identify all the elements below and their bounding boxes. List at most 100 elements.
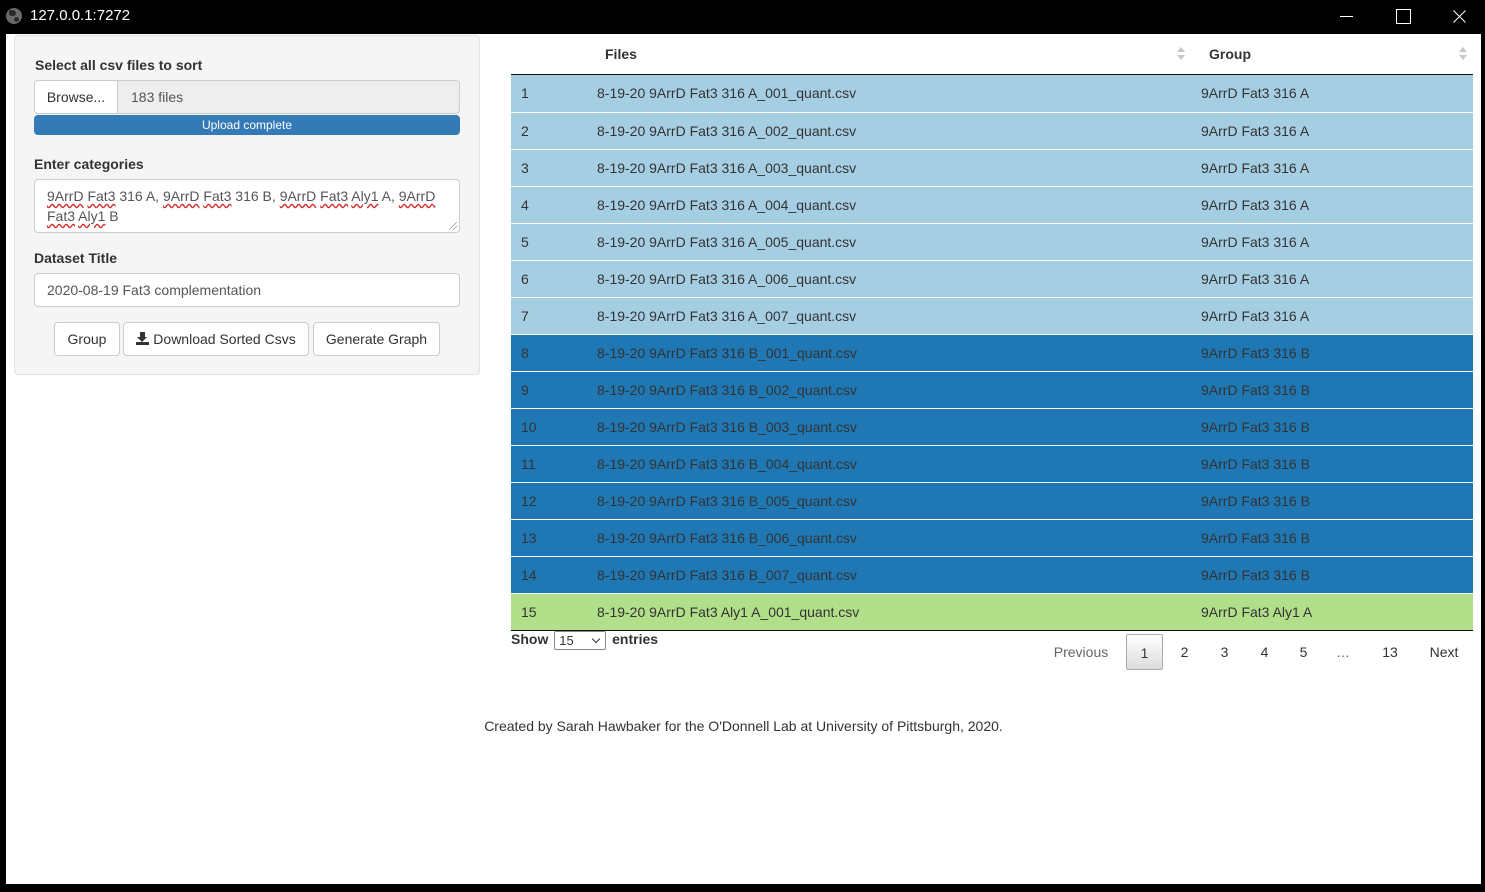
category-text: 316 B, [231, 188, 280, 204]
table-row[interactable]: 1 8-19-20 9ArrD Fat3 316 A_001_quant.csv 9… [511, 75, 1473, 112]
misspelled-word: 9ArrD [162, 188, 200, 204]
table-row[interactable]: 5 8-19-20 9ArrD Fat3 316 A_005_quant.csv 9… [511, 223, 1473, 260]
row-index-cell: 12 [521, 493, 537, 509]
file-count-display: 183 files [117, 80, 460, 114]
group-cell: 9ArrD Fat3 316 A [1201, 123, 1310, 139]
footer-credit: Created by Sarah Hawbaker for the O'Donn… [484, 718, 1003, 734]
row-index-cell: 14 [521, 567, 537, 583]
pagination-page[interactable]: 13 [1370, 634, 1410, 670]
misspelled-word: 9ArrD [47, 188, 84, 204]
row-index-cell: 3 [521, 160, 529, 176]
table-row[interactable]: 8 8-19-20 9ArrD Fat3 316 B_001_quant.csv 9… [511, 334, 1473, 371]
close-button[interactable] [1430, 0, 1485, 34]
entries-label: entries [612, 631, 659, 648]
row-index-cell: 1 [521, 85, 529, 101]
group-cell: 9ArrD Fat3 316 B [1201, 456, 1310, 472]
file-name-cell: 8-19-20 9ArrD Fat3 316 B_002_quant.csv [597, 382, 857, 398]
table-header: Files Group [511, 34, 1473, 75]
sort-group-icon[interactable] [1459, 47, 1467, 61]
table-row[interactable]: 14 8-19-20 9ArrD Fat3 316 B_007_quant.csv… [511, 556, 1473, 593]
pagination-previous[interactable]: Previous [1046, 634, 1116, 670]
pagination-page[interactable]: 5 [1285, 634, 1322, 670]
table-row[interactable]: 4 8-19-20 9ArrD Fat3 316 A_004_quant.csv 9… [511, 186, 1473, 223]
page-length-value: 15 [559, 633, 574, 648]
group-cell: 9ArrD Fat3 316 B [1201, 530, 1310, 546]
table-body: 1 8-19-20 9ArrD Fat3 316 A_001_quant.csv 9… [511, 75, 1473, 631]
group-cell: 9ArrD Fat3 316 B [1201, 419, 1310, 435]
show-label: Show [511, 631, 549, 648]
dataset-title-label: Dataset Title [34, 250, 117, 266]
table-row[interactable]: 7 8-19-20 9ArrD Fat3 316 A_007_quant.csv 9… [511, 297, 1473, 334]
group-cell: 9ArrD Fat3 316 B [1201, 345, 1310, 361]
file-name-cell: 8-19-20 9ArrD Fat3 316 A_002_quant.csv [597, 123, 857, 139]
pagination-page[interactable]: 2 [1166, 634, 1203, 670]
page-length-select[interactable]: 15 [554, 631, 607, 650]
page-length-control: Show 15 entries [511, 631, 658, 650]
category-text: B [105, 208, 119, 224]
maximize-button[interactable] [1374, 0, 1430, 34]
pagination-page[interactable]: 4 [1246, 634, 1283, 670]
table-row[interactable]: 13 8-19-20 9ArrD Fat3 316 B_006_quant.csv… [511, 519, 1473, 556]
group-cell: 9ArrD Fat3 316 B [1201, 567, 1310, 583]
row-index-cell: 13 [521, 530, 537, 546]
generate-graph-button[interactable]: Generate Graph [313, 322, 440, 356]
misspelled-word: Aly1 [351, 188, 379, 204]
group-cell: 9ArrD Fat3 Aly1 A [1201, 604, 1313, 620]
group-cell: 9ArrD Fat3 316 A [1201, 85, 1310, 101]
window-titlebar: 127.0.0.1:7272 [0, 0, 1485, 34]
browse-button[interactable]: Browse... [34, 80, 118, 114]
sort-files-icon[interactable] [1177, 47, 1185, 61]
pagination-page[interactable]: 1 [1126, 634, 1163, 670]
file-input[interactable]: Browse... 183 files [34, 80, 460, 114]
chevron-down-icon [591, 634, 601, 644]
files-table: Files Group 1 8-19-20 9ArrD Fat3 316 A_00… [511, 34, 1473, 631]
misspelled-word: 9ArrD [398, 188, 436, 204]
table-row[interactable]: 3 8-19-20 9ArrD Fat3 316 A_003_quant.csv 9… [511, 149, 1473, 186]
group-cell: 9ArrD Fat3 316 A [1201, 271, 1310, 287]
file-name-cell: 8-19-20 9ArrD Fat3 316 A_006_quant.csv [597, 271, 857, 287]
table-row[interactable]: 15 8-19-20 9ArrD Fat3 Aly1 A_001_quant.cs… [511, 593, 1473, 630]
group-cell: 9ArrD Fat3 316 A [1201, 308, 1310, 324]
group-cell: 9ArrD Fat3 316 B [1201, 493, 1310, 509]
dataset-title-input[interactable]: 2020-08-19 Fat3 complementation [34, 273, 460, 307]
upload-progress-bar: Upload complete [34, 115, 460, 135]
file-name-cell: 8-19-20 9ArrD Fat3 316 A_003_quant.csv [597, 160, 857, 176]
misspelled-word: Fat3 [47, 208, 76, 224]
download-button-label: Download Sorted Csvs [153, 331, 296, 347]
app-content: Select all csv files to sort Browse... 1… [6, 34, 1481, 884]
globe-icon [6, 8, 22, 24]
column-header-group[interactable]: Group [1209, 34, 1251, 74]
window-title: 127.0.0.1:7272 [30, 7, 131, 24]
row-index-cell: 5 [521, 234, 529, 250]
file-name-cell: 8-19-20 9ArrD Fat3 316 A_007_quant.csv [597, 308, 857, 324]
row-index-cell: 6 [521, 271, 529, 287]
file-name-cell: 8-19-20 9ArrD Fat3 316 B_004_quant.csv [597, 456, 857, 472]
misspelled-word: Fat3 [87, 188, 116, 204]
minimize-button[interactable] [1318, 0, 1374, 34]
file-name-cell: 8-19-20 9ArrD Fat3 316 A_004_quant.csv [597, 197, 857, 213]
group-cell: 9ArrD Fat3 316 A [1201, 234, 1310, 250]
row-index-cell: 7 [521, 308, 529, 324]
row-index-cell: 4 [521, 197, 529, 213]
file-name-cell: 8-19-20 9ArrD Fat3 316 B_006_quant.csv [597, 530, 857, 546]
categories-textarea[interactable]: 9ArrD Fat3 316 A, 9ArrD Fat3 316 B, 9Arr… [34, 179, 460, 233]
table-row[interactable]: 9 8-19-20 9ArrD Fat3 316 B_002_quant.csv 9… [511, 371, 1473, 408]
resize-grip-icon[interactable] [449, 222, 457, 230]
files-label: Select all csv files to sort [35, 57, 203, 73]
pagination-next[interactable]: Next [1420, 634, 1468, 670]
category-text: 316 A, [115, 188, 163, 204]
pagination-page[interactable]: 3 [1206, 634, 1243, 670]
file-name-cell: 8-19-20 9ArrD Fat3 Aly1 A_001_quant.csv [597, 604, 860, 620]
table-row[interactable]: 10 8-19-20 9ArrD Fat3 316 B_003_quant.csv… [511, 408, 1473, 445]
row-index-cell: 15 [521, 604, 537, 620]
row-index-cell: 10 [521, 419, 537, 435]
table-row[interactable]: 11 8-19-20 9ArrD Fat3 316 B_004_quant.csv… [511, 445, 1473, 482]
column-header-files[interactable]: Files [605, 34, 637, 74]
row-index-cell: 9 [521, 382, 529, 398]
group-button[interactable]: Group [54, 322, 120, 356]
row-index-cell: 11 [521, 456, 536, 472]
table-row[interactable]: 6 8-19-20 9ArrD Fat3 316 A_006_quant.csv 9… [511, 260, 1473, 297]
download-sorted-csvs-button[interactable]: Download Sorted Csvs [123, 322, 309, 356]
table-row[interactable]: 12 8-19-20 9ArrD Fat3 316 B_005_quant.csv… [511, 482, 1473, 519]
table-row[interactable]: 2 8-19-20 9ArrD Fat3 316 A_002_quant.csv 9… [511, 112, 1473, 149]
